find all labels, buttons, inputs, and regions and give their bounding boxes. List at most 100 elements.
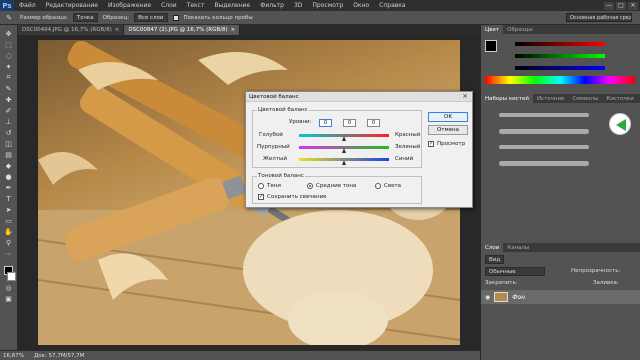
healing-tool-icon[interactable]: ✚	[3, 95, 15, 104]
menu-view[interactable]: Просмотр	[307, 2, 348, 9]
preview-label: Просмотр	[437, 141, 466, 147]
eraser-tool-icon[interactable]: ◫	[3, 139, 15, 148]
sample-select[interactable]: Все слои	[134, 13, 168, 22]
status-bar: 16,67% Док: 57,7M/57,7M	[0, 350, 480, 360]
magenta-label: Пурпурный	[257, 144, 290, 150]
menu-window[interactable]: Окно	[348, 2, 374, 9]
level-yellow-blue-input[interactable]: 0	[367, 119, 380, 127]
brush-stroke-preview[interactable]	[499, 161, 589, 166]
close-window-button[interactable]: ✕	[628, 1, 638, 10]
more-tools-icon[interactable]: ⋯	[3, 249, 15, 258]
blue-slider[interactable]	[515, 66, 605, 70]
close-icon[interactable]: ×	[231, 27, 236, 33]
menu-3d[interactable]: 3D	[289, 2, 307, 9]
crop-tool-icon[interactable]: ⌗	[3, 73, 15, 82]
preserve-luminosity-label: Сохранить свечение	[267, 194, 327, 200]
brush-panel-tabs: Наборы кистей Источник Символы Кисточки	[481, 94, 640, 103]
layers-panel: Вид Обычные Непрозрачность: Закрепить: З…	[481, 252, 640, 332]
gradient-tool-icon[interactable]: ▤	[3, 150, 15, 159]
tab-layers[interactable]: Слои	[481, 243, 504, 252]
eye-icon[interactable]: ◉	[485, 294, 490, 301]
tab-label: DSC00494.JPG @ 16,7% (RGB/8)	[22, 27, 112, 33]
tab-color[interactable]: Цвет	[481, 25, 504, 34]
menu-filter[interactable]: Фильтр	[255, 2, 289, 9]
menu-edit[interactable]: Редактирование	[41, 2, 103, 9]
shadows-label: Тени	[267, 183, 281, 189]
levels-label: Уровни:	[289, 119, 312, 125]
fg-bg-swatch[interactable]	[485, 40, 497, 52]
level-magenta-green-input[interactable]: 0	[343, 119, 356, 127]
preview-checkbox[interactable]: ✓	[428, 141, 434, 147]
show-ring-checkbox[interactable]	[172, 14, 179, 21]
brush-stroke-preview[interactable]	[499, 113, 589, 117]
workspace-select[interactable]: Основная рабочая среда	[566, 13, 632, 22]
brush-stroke-preview[interactable]	[499, 145, 589, 149]
ok-button[interactable]: OK	[428, 112, 468, 122]
menu-text[interactable]: Текст	[182, 2, 210, 9]
cancel-button[interactable]: Отмена	[428, 125, 468, 135]
color-panel-tabs: Цвет Образцы	[481, 25, 640, 34]
close-icon[interactable]: ×	[460, 93, 470, 101]
layer-kind-select[interactable]: Вид	[485, 255, 505, 264]
tab-brush-presets[interactable]: Наборы кистей	[481, 94, 533, 103]
type-tool-icon[interactable]: T	[3, 194, 15, 203]
lock-label: Закрепить:	[485, 280, 518, 286]
zoom-tool-icon[interactable]: ⚲	[3, 238, 15, 247]
preserve-luminosity-checkbox[interactable]: ✓	[258, 194, 264, 200]
midtones-radio[interactable]	[307, 183, 313, 189]
menu-image[interactable]: Изображение	[103, 2, 156, 9]
stamp-tool-icon[interactable]: ⊥	[3, 117, 15, 126]
blur-tool-icon[interactable]: ◆	[3, 161, 15, 170]
blend-mode-select[interactable]: Обычные	[485, 267, 545, 276]
cyan-label: Голубой	[259, 132, 283, 138]
options-bar: ✎ Размер образца: Точка Образец: Все сло…	[0, 11, 640, 25]
sample-size-select[interactable]: Точка	[72, 13, 98, 22]
path-select-tool-icon[interactable]: ➤	[3, 205, 15, 214]
brush-presets-list[interactable]	[481, 103, 640, 203]
menu-file[interactable]: Файл	[14, 2, 41, 9]
background-color-swatch[interactable]	[7, 272, 16, 281]
level-cyan-red-input[interactable]: 0	[319, 119, 332, 127]
lasso-tool-icon[interactable]: ◌	[3, 51, 15, 60]
eyedropper-icon[interactable]: ✎	[3, 13, 15, 22]
close-icon[interactable]: ×	[115, 27, 120, 33]
marquee-tool-icon[interactable]: ⬚	[3, 40, 15, 49]
tab-brushes[interactable]: Кисточки	[602, 94, 637, 103]
quick-mask-icon[interactable]: ◎	[3, 283, 15, 292]
layers-panel-tabs: Слои Каналы	[481, 243, 640, 252]
brush-stroke-preview[interactable]	[499, 129, 589, 134]
pen-tool-icon[interactable]: ✒	[3, 183, 15, 192]
midtones-label: Средние тона	[316, 183, 357, 189]
menu-help[interactable]: Справка	[374, 2, 410, 9]
dodge-tool-icon[interactable]: ●	[3, 172, 15, 181]
maximize-button[interactable]: □	[616, 1, 626, 10]
photoshop-logo: Ps	[0, 0, 14, 11]
color-spectrum[interactable]	[485, 76, 635, 84]
window-controls: — □ ✕	[604, 0, 638, 11]
history-brush-tool-icon[interactable]: ↺	[3, 128, 15, 137]
shape-tool-icon[interactable]: ▭	[3, 216, 15, 225]
screen-mode-icon[interactable]: ▣	[3, 294, 15, 303]
quick-select-tool-icon[interactable]: ✦	[3, 62, 15, 71]
tab-channels[interactable]: Каналы	[503, 243, 533, 252]
green-slider[interactable]	[515, 54, 605, 58]
tab-swatches[interactable]: Образцы	[503, 25, 537, 34]
tab-characters[interactable]: Символы	[568, 94, 602, 103]
hand-tool-icon[interactable]: ✋	[3, 227, 15, 236]
minimize-button[interactable]: —	[604, 1, 614, 10]
eyedropper-tool-icon[interactable]: ✎	[3, 84, 15, 93]
tab-document-2[interactable]: DSC00847 (2).JPG @ 16,7% (RGB/8) ×	[124, 25, 241, 35]
highlights-radio[interactable]	[375, 183, 381, 189]
shadows-radio[interactable]	[258, 183, 264, 189]
red-slider[interactable]	[515, 42, 605, 46]
tab-source[interactable]: Источник	[533, 94, 568, 103]
brush-tool-icon[interactable]: ✐	[3, 106, 15, 115]
red-label: Красный	[395, 132, 421, 138]
sample-label: Образец:	[102, 14, 130, 21]
menu-select[interactable]: Выделение	[209, 2, 255, 9]
layer-row[interactable]: ◉ Фон	[481, 290, 640, 304]
zoom-level[interactable]: 16,67%	[3, 353, 24, 359]
menu-layers[interactable]: Слои	[156, 2, 182, 9]
tab-document-1[interactable]: DSC00494.JPG @ 16,7% (RGB/8) ×	[18, 25, 125, 35]
move-tool-icon[interactable]: ✥	[3, 29, 15, 38]
